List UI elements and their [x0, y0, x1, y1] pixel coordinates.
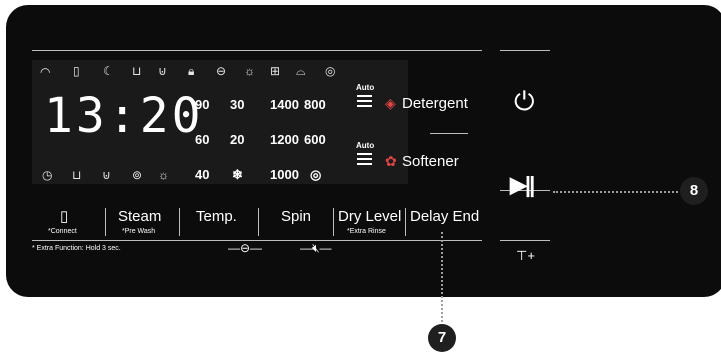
detergent-label: Detergent — [402, 95, 468, 112]
temp-40: 40 — [195, 167, 210, 182]
cold-icon: ❄ — [232, 167, 243, 182]
spin-label: Spin — [281, 208, 312, 225]
softener-icon: ✿ — [385, 153, 397, 169]
detergent-divider — [430, 133, 468, 134]
button-separator-5 — [405, 208, 406, 236]
time-display: 13:20 — [44, 88, 204, 144]
top-divider — [32, 50, 482, 51]
sun-icon: ☼ — [244, 64, 255, 78]
clock-icon: ◷ — [42, 168, 53, 182]
mute-indicator-icon: —🔇︎— — [300, 241, 332, 255]
extra-rinse-sub-label: *Extra Rinse — [347, 228, 386, 235]
soak-icon: ⊍ — [158, 64, 167, 78]
rinse-icon: ⊍ — [102, 168, 111, 182]
spin-small-icon: ◎ — [325, 64, 336, 78]
prewash-sub-label: *Pre Wash — [122, 228, 156, 235]
button-separator-4 — [333, 208, 334, 236]
softener-level-bars — [357, 153, 372, 168]
callout-7-line — [441, 232, 443, 322]
spin-1200: 1200 — [270, 132, 299, 147]
softener-label: Softener — [402, 153, 459, 170]
temp-30: 30 — [230, 97, 245, 112]
spin-1400: 1400 — [270, 97, 299, 112]
button-separator-2 — [179, 208, 180, 236]
phone-button-icon: ▯ — [60, 208, 69, 225]
detergent-icon: ◈ — [385, 95, 396, 111]
drum-icon: ⊖ — [216, 64, 227, 78]
right-divider-bottom — [500, 240, 550, 241]
connect-sub-label: *Connect — [48, 228, 77, 235]
auto-label-detergent: Auto — [356, 83, 375, 92]
detergent-level-bars — [357, 95, 372, 110]
wifi-icon: ◠ — [40, 65, 51, 79]
spin-800: 800 — [304, 97, 326, 112]
dry-sun-icon: ☼ — [158, 168, 169, 182]
spin-icon: ⊚ — [132, 168, 143, 182]
temp-60: 60 — [195, 132, 210, 147]
tub-icon: ⊔ — [132, 64, 142, 78]
button-separator-1 — [105, 208, 106, 236]
phone-icon: ▯ — [73, 64, 80, 78]
temp-90: 90 — [195, 97, 210, 112]
power-icon[interactable]: ⏻ — [514, 88, 535, 114]
wash-icon: ⊔ — [72, 168, 82, 182]
callout-8: 8 — [680, 177, 708, 205]
temp-label: Temp. — [196, 208, 237, 225]
shirt-plus-icon[interactable]: ⊤+ — [516, 248, 535, 264]
temp-20: 20 — [230, 132, 245, 147]
delay-end-label: Delay End — [410, 208, 480, 225]
bottle-icon: ⊞ — [270, 64, 281, 78]
prewash-icon: ☾ — [103, 64, 114, 78]
lock-icon: 🔒︎ — [188, 64, 195, 78]
play-pause-icon[interactable]: ▶|| — [510, 172, 535, 198]
button-separator-3 — [258, 208, 259, 236]
child-lock-indicator-icon: —⊖— — [228, 241, 263, 255]
auto-label-softener: Auto — [356, 141, 375, 150]
iron-icon: ⌓ — [296, 64, 306, 78]
callout-7: 7 — [428, 324, 456, 352]
spin-1000: 1000 — [270, 167, 299, 182]
steam-label: Steam — [118, 208, 162, 225]
spin-600: 600 — [304, 132, 326, 147]
dry-level-label: Dry Level — [338, 208, 402, 225]
no-spin-icon: ◎ — [310, 167, 322, 182]
extra-function-note: * Extra Function: Hold 3 sec. — [32, 245, 121, 252]
callout-8-line — [553, 191, 678, 193]
top-divider-right — [500, 50, 550, 51]
